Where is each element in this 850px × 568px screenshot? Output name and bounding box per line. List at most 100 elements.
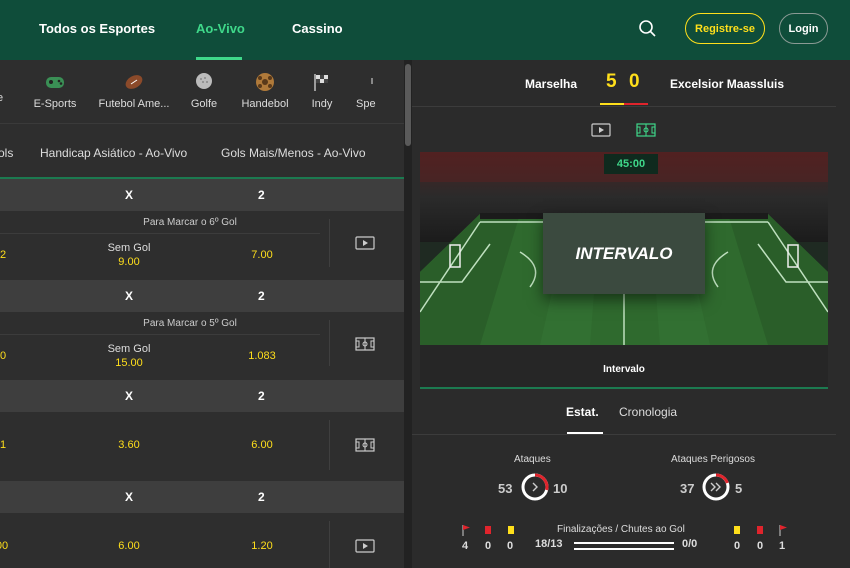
corner-flag-icon <box>462 523 471 536</box>
away-corners: 1 <box>779 540 786 552</box>
market-tab-over-under[interactable]: Gols Mais/Menos - Ao-Vivo <box>221 146 366 160</box>
home-red-cards: 0 <box>485 540 492 552</box>
corner-flag-icon <box>779 523 788 536</box>
tab-stats[interactable]: Estat. <box>566 405 599 419</box>
sport-label: Handebol <box>241 98 289 110</box>
pitch-icon[interactable] <box>636 123 656 137</box>
nav-all-sports[interactable]: Todos os Esportes <box>39 21 155 36</box>
red-card-icon <box>485 526 491 534</box>
event-row: Para Marcar o 5º Gol 0 Sem Gol 15.00 1.0… <box>0 312 404 380</box>
col-2-label: 2 <box>258 490 265 504</box>
tracker-underline <box>420 387 828 389</box>
live-events-panel: te E-Sports Futebol Ame... Golfe Handebo… <box>0 60 412 568</box>
match-tracker: 45:00 INTERVALO Intervalo <box>420 152 828 389</box>
market-tabs: ols Handicap Asiático - Ao-Vivo Gols Mai… <box>0 123 404 179</box>
nav-casino[interactable]: Cassino <box>292 21 343 36</box>
event-header: X 2 <box>0 280 404 312</box>
row-separator <box>329 521 330 568</box>
attacks-label: Ataques <box>514 454 551 465</box>
dangerous-attacks-ring <box>701 472 731 502</box>
sport-label: E-Sports <box>33 98 77 110</box>
odd-label: Sem Gol <box>107 242 151 254</box>
tracker-status-bar: Intervalo <box>420 345 828 389</box>
home-corners: 4 <box>462 540 469 552</box>
market-name: Para Marcar o 6º Gol <box>143 217 237 228</box>
odd-home[interactable]: 2 <box>0 249 10 261</box>
market-name: Para Marcar o 5º Gol <box>143 318 237 329</box>
dangerous-attacks-away: 5 <box>735 481 743 496</box>
col-2-label: 2 <box>258 389 265 403</box>
sport-label: Indy <box>311 98 333 110</box>
shots-home: 18/13 <box>535 538 563 550</box>
tab-timeline[interactable]: Cronologia <box>619 405 677 419</box>
gamepad-icon <box>44 72 66 92</box>
odd-away[interactable]: 6.00 <box>232 439 292 451</box>
market-tab-asian-handicap[interactable]: Handicap Asiático - Ao-Vivo <box>40 146 187 160</box>
match-header-divider <box>412 106 836 107</box>
odd-draw[interactable]: 9.00 <box>89 256 169 268</box>
halftime-overlay: INTERVALO <box>543 213 705 294</box>
video-icon[interactable] <box>591 123 611 137</box>
sport-item-golf[interactable]: Golfe <box>188 72 220 110</box>
odd-draw[interactable]: 15.00 <box>89 357 169 369</box>
col-x-label: X <box>125 289 134 303</box>
attacks-away: 10 <box>553 481 568 496</box>
match-panel: Marselha 5 0 Excelsior Maassluis 45:00 I… <box>412 60 850 568</box>
sport-item-speedway[interactable]: Spe <box>356 72 386 110</box>
odd-away[interactable]: 1.083 <box>232 350 292 362</box>
odd-label: Sem Gol <box>107 343 151 355</box>
home-team-name: Marselha <box>525 77 578 91</box>
match-status: Intervalo <box>603 364 645 375</box>
sport-label: te <box>0 92 4 104</box>
row-divider <box>0 334 320 335</box>
odd-draw[interactable]: 6.00 <box>89 540 169 552</box>
checkered-flag-icon <box>311 72 333 92</box>
handball-icon <box>254 72 276 92</box>
sport-label: Golfe <box>190 98 218 110</box>
odd-home[interactable]: 1 <box>0 439 10 451</box>
video-icon[interactable] <box>355 236 375 250</box>
away-score-indicator <box>624 103 648 105</box>
event-header: X 2 <box>0 179 404 211</box>
red-card-icon <box>757 526 763 534</box>
login-button[interactable]: Login <box>779 13 828 44</box>
pitch-icon[interactable] <box>355 337 375 351</box>
odd-draw[interactable]: 3.60 <box>89 439 169 451</box>
nav-live[interactable]: Ao-Vivo <box>196 21 245 36</box>
scrollbar[interactable] <box>404 60 412 568</box>
yellow-card-icon <box>734 526 740 534</box>
row-separator <box>329 219 330 267</box>
odd-home[interactable]: 0 <box>0 350 10 362</box>
row-separator <box>329 420 330 470</box>
top-header: Todos os Esportes Ao-Vivo Cassino Regist… <box>0 0 850 60</box>
odd-away[interactable]: 1.20 <box>232 540 292 552</box>
stats-divider <box>412 434 836 435</box>
odd-home[interactable]: 00 <box>0 540 12 552</box>
sport-item-esports[interactable]: E-Sports <box>28 72 82 110</box>
sport-item-handball[interactable]: Handebol <box>238 72 292 110</box>
col-x-label: X <box>125 389 134 403</box>
sport-label: Spe <box>356 98 376 110</box>
video-icon[interactable] <box>355 539 375 553</box>
register-button[interactable]: Registre-se <box>685 13 765 44</box>
row-divider <box>0 233 320 234</box>
event-row: 1 3.60 6.00 <box>0 412 404 480</box>
market-tab-goals[interactable]: ols <box>0 146 13 160</box>
event-header: X 2 <box>0 380 404 412</box>
shots-away: 0/0 <box>682 538 698 550</box>
event-header: X 2 <box>0 481 404 513</box>
event-row: Para Marcar o 6º Gol 2 Sem Gol 9.00 7.00 <box>0 211 404 281</box>
golf-ball-icon <box>193 72 215 92</box>
event-row: 00 6.00 1.20 <box>0 513 404 568</box>
away-team-name: Excelsior Maassluis <box>670 77 785 91</box>
odd-away[interactable]: 7.00 <box>232 249 292 261</box>
sport-item-indy[interactable]: Indy <box>308 72 336 110</box>
match-clock: 45:00 <box>604 154 658 174</box>
pitch-icon[interactable] <box>355 438 375 452</box>
away-red-cards: 0 <box>757 540 764 552</box>
dangerous-attacks-label: Ataques Perigosos <box>671 454 755 465</box>
sport-item-football[interactable]: te <box>0 92 14 104</box>
scrollbar-thumb[interactable] <box>405 64 411 146</box>
search-icon[interactable] <box>638 19 658 39</box>
sport-item-american-football[interactable]: Futebol Ame... <box>98 72 170 110</box>
